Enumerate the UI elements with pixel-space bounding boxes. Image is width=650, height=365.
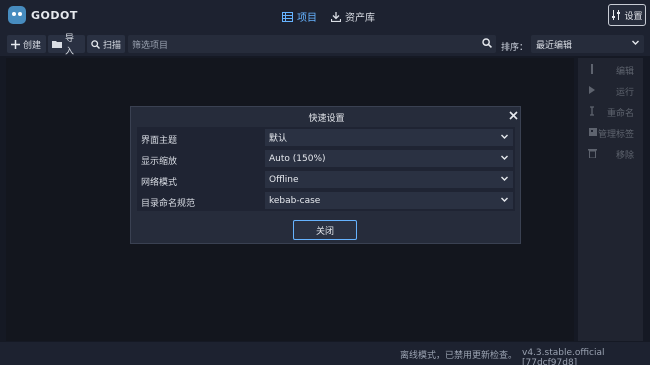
logo-text: GODOT xyxy=(31,8,78,22)
setting-label: 界面主题 xyxy=(141,136,178,146)
create-button-label: 创建 xyxy=(23,40,42,51)
sort-select-value: 最近编辑 xyxy=(536,40,573,51)
setting-value: Offline xyxy=(269,174,299,185)
setting-value: kebab-case xyxy=(269,195,321,206)
chevron-down-icon xyxy=(500,132,509,141)
display-scale-select[interactable]: Auto (150%) xyxy=(265,150,513,167)
tab-asset-library[interactable]: 资产库 xyxy=(331,9,375,24)
top-bar: GODOT 项目 资产库 设置 xyxy=(0,0,650,32)
tab-projects-label: 项目 xyxy=(297,13,317,24)
settings-button-label: 设置 xyxy=(624,11,643,22)
offline-status-text: 离线模式，已禁用更新检查。 xyxy=(400,351,518,361)
sort-label: 排序： xyxy=(501,43,529,53)
setting-row-theme: 界面主题 默认 xyxy=(137,127,515,148)
chevron-down-icon xyxy=(500,174,509,183)
chevron-down-icon xyxy=(500,153,509,162)
godot-logo: GODOT xyxy=(8,6,78,24)
setting-label: 显示缩放 xyxy=(141,157,178,167)
chevron-down-icon xyxy=(500,195,509,204)
setting-row-display-scale: 显示缩放 Auto (150%) xyxy=(137,148,515,169)
import-button-label: 导入 xyxy=(65,34,75,57)
setting-value: 默认 xyxy=(269,134,288,144)
sort-select[interactable]: 最近编辑 xyxy=(531,35,644,53)
quick-settings-dialog: 快速设置 界面主题 默认 显示缩放 Auto (150%) 网络模式 Offli… xyxy=(130,106,521,244)
create-button[interactable]: 创建 xyxy=(7,35,46,53)
network-mode-select[interactable]: Offline xyxy=(265,171,513,188)
folder-icon xyxy=(52,40,62,48)
theme-select[interactable]: 默认 xyxy=(265,129,513,146)
import-button[interactable]: 导入 xyxy=(48,34,85,57)
plus-icon xyxy=(11,39,20,49)
list-icon xyxy=(282,11,293,22)
download-icon xyxy=(331,11,341,22)
tab-projects[interactable]: 项目 xyxy=(282,9,317,24)
setting-value: Auto (150%) xyxy=(269,153,326,164)
search-icon xyxy=(91,39,100,49)
version-text[interactable]: v4.3.stable.official [77dcf97d8] xyxy=(522,348,650,365)
sliders-icon xyxy=(611,10,621,20)
settings-form: 界面主题 默认 显示缩放 Auto (150%) 网络模式 Offline 目录… xyxy=(137,127,515,211)
scan-button[interactable]: 扫描 xyxy=(87,35,125,53)
dialog-title: 快速设置 xyxy=(308,114,345,124)
setting-label: 目录命名规范 xyxy=(141,199,196,209)
setting-row-network-mode: 网络模式 Offline xyxy=(137,169,515,190)
close-button[interactable]: 关闭 xyxy=(293,220,357,240)
godot-robot-icon xyxy=(8,6,26,24)
filter-input[interactable]: 筛选项目 xyxy=(128,35,496,53)
setting-row-directory-naming: 目录命名规范 kebab-case xyxy=(137,190,515,211)
filter-placeholder: 筛选项目 xyxy=(132,40,169,51)
directory-naming-select[interactable]: kebab-case xyxy=(265,192,513,209)
setting-label: 网络模式 xyxy=(141,178,178,188)
tab-asset-library-label: 资产库 xyxy=(345,13,375,24)
chevron-down-icon xyxy=(631,38,640,47)
main-tabs: 项目 资产库 xyxy=(282,9,375,24)
close-icon[interactable] xyxy=(507,109,519,121)
settings-button[interactable]: 设置 xyxy=(608,4,646,26)
scan-button-label: 扫描 xyxy=(103,40,122,51)
search-icon xyxy=(482,38,492,48)
project-toolbar: 创建 导入 扫描 筛选项目 排序： 最近编辑 xyxy=(0,32,650,57)
